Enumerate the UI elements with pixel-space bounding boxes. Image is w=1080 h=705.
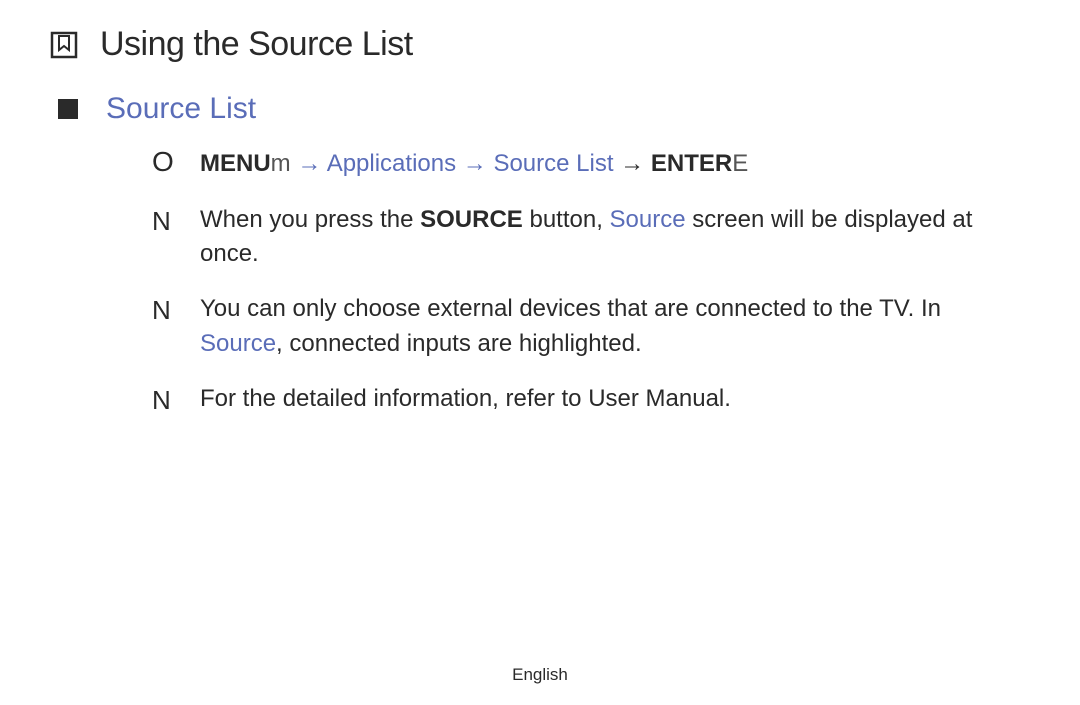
note2-part-b: , connected inputs are highlighted. <box>276 330 642 357</box>
nav-enter-suffix: E <box>732 150 748 177</box>
navigation-path-row: O MENUm → Applications → Source List → E… <box>152 146 1020 181</box>
navigation-path: MENUm → Applications → Source List → ENT… <box>200 147 748 181</box>
n-marker: N <box>152 203 200 241</box>
nav-arrow-3: → <box>614 150 651 177</box>
note2-part-a: You can only choose external devices tha… <box>200 295 941 322</box>
note-text-2: You can only choose external devices tha… <box>200 292 1020 362</box>
note1-part-b: button, <box>523 206 610 233</box>
nav-arrow-1: → <box>291 150 327 177</box>
note1-source-button: SOURCE <box>420 206 523 233</box>
section-heading: Source List <box>106 92 256 126</box>
n-marker: N <box>152 382 200 420</box>
page-title: Using the Source List <box>100 25 413 64</box>
note1-part-a: When you press the <box>200 206 420 233</box>
note-row-1: N When you press the SOURCE button, Sour… <box>152 203 1020 273</box>
footer-language: English <box>0 665 1080 685</box>
nav-applications: Applications <box>327 150 456 177</box>
nav-menu-label: MENU <box>200 150 271 177</box>
o-marker: O <box>152 146 200 178</box>
note1-source-word: Source <box>610 206 686 233</box>
content-block: O MENUm → Applications → Source List → E… <box>152 146 1020 419</box>
square-bullet-icon <box>58 99 78 119</box>
section-heading-row: Source List <box>58 92 1020 126</box>
nav-arrow-2: → <box>456 150 493 177</box>
nav-source-list: Source List <box>493 150 613 177</box>
note-row-2: N You can only choose external devices t… <box>152 292 1020 362</box>
nav-enter-label: ENTER <box>651 150 732 177</box>
bookmark-icon <box>50 31 78 59</box>
note2-source-word: Source <box>200 330 276 357</box>
note-row-3: N For the detailed information, refer to… <box>152 382 1020 420</box>
page-title-row: Using the Source List <box>50 25 1020 64</box>
note-text-1: When you press the SOURCE button, Source… <box>200 203 1020 273</box>
nav-menu-suffix: m <box>271 150 291 177</box>
n-marker: N <box>152 292 200 330</box>
note-text-3: For the detailed information, refer to U… <box>200 382 1020 417</box>
